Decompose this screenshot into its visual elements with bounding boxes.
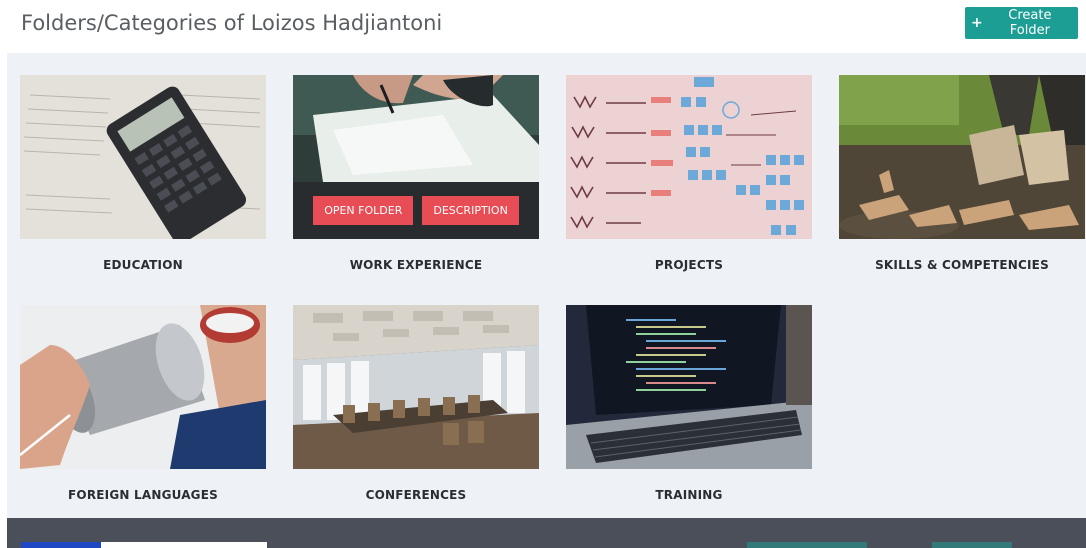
folder-thumbnail[interactable] bbox=[293, 305, 539, 469]
footer-link[interactable] bbox=[747, 542, 867, 548]
folder-thumbnail[interactable]: OPEN FOLDER DESCRIPTION bbox=[293, 75, 539, 239]
folder-thumbnail[interactable] bbox=[20, 305, 266, 469]
conference-room-image bbox=[293, 305, 539, 469]
folder-label: WORK EXPERIENCE bbox=[349, 258, 483, 272]
folder-card-training[interactable]: TRAINING bbox=[566, 305, 812, 502]
open-folder-button[interactable]: OPEN FOLDER bbox=[313, 196, 414, 225]
footer-search-field[interactable] bbox=[101, 542, 267, 548]
folder-card-projects[interactable]: PROJECTS bbox=[566, 75, 812, 272]
folder-label: PROJECTS bbox=[654, 258, 724, 272]
plus-icon: + bbox=[971, 15, 983, 31]
page-title: Folders/Categories of Loizos Hadjiantoni bbox=[21, 11, 443, 35]
footer-logo bbox=[21, 542, 101, 548]
folder-label: EDUCATION bbox=[103, 258, 183, 272]
folder-grid: EDUCATION OPEN FOLDER DESCRIPTION WORK E… bbox=[7, 53, 1086, 518]
folder-thumbnail[interactable] bbox=[566, 305, 812, 469]
create-folder-label: Create Folder bbox=[1008, 8, 1052, 38]
footer-link[interactable] bbox=[932, 542, 1012, 548]
whiteboard-image bbox=[566, 75, 812, 239]
tin-can-phone-image bbox=[20, 305, 266, 469]
folder-thumbnail[interactable] bbox=[20, 75, 266, 239]
folder-label: CONFERENCES bbox=[365, 488, 467, 502]
gardening-hands-image bbox=[839, 75, 1085, 239]
folder-label: SKILLS & COMPETENCIES bbox=[875, 258, 1049, 272]
folder-card-foreign-languages[interactable]: FOREIGN LANGUAGES bbox=[20, 305, 266, 502]
footer bbox=[7, 518, 1086, 548]
description-button[interactable]: DESCRIPTION bbox=[422, 196, 519, 225]
folder-label: TRAINING bbox=[655, 488, 723, 502]
create-folder-button[interactable]: + Create Folder bbox=[965, 7, 1078, 39]
folder-thumbnail[interactable] bbox=[839, 75, 1085, 239]
folder-thumbnail[interactable] bbox=[566, 75, 812, 239]
folder-card-education[interactable]: EDUCATION bbox=[20, 75, 266, 272]
folder-label: FOREIGN LANGUAGES bbox=[68, 488, 218, 502]
page-header: Folders/Categories of Loizos Hadjiantoni… bbox=[0, 0, 1086, 52]
folder-card-skills[interactable]: SKILLS & COMPETENCIES bbox=[839, 75, 1085, 272]
calculator-image bbox=[20, 75, 266, 239]
laptop-code-image bbox=[566, 305, 812, 469]
folder-card-work-experience[interactable]: OPEN FOLDER DESCRIPTION WORK EXPERIENCE bbox=[293, 75, 539, 272]
folder-hover-overlay: OPEN FOLDER DESCRIPTION bbox=[293, 182, 539, 239]
folder-card-conferences[interactable]: CONFERENCES bbox=[293, 305, 539, 502]
